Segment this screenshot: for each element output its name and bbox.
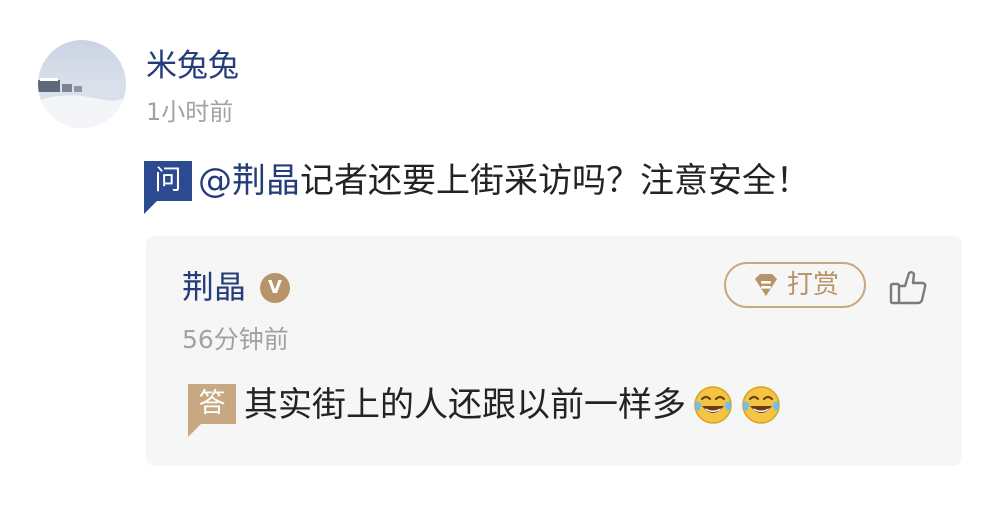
answer-body: 其实街上的人还跟以前一样多 xyxy=(244,385,686,425)
tears-of-joy-emoji-icon xyxy=(694,386,732,424)
answer-timestamp: 56分钟前 xyxy=(182,325,289,354)
diamond-gift-icon xyxy=(754,274,777,296)
answer-tag-tail xyxy=(188,424,201,437)
verified-badge: V xyxy=(260,273,290,303)
answer-text: 其实街上的人还跟以前一样多 xyxy=(244,382,782,428)
tip-button[interactable]: 打赏 xyxy=(724,262,866,308)
question-tag: 问 xyxy=(144,161,192,214)
question-body: 记者还要上街采访吗？注意安全！ xyxy=(300,161,810,201)
mention-link[interactable]: @荆晶 xyxy=(198,161,300,201)
answer-card: 荆晶 V 56分钟前 打赏 答 其实街上的人还跟以前一样多 xyxy=(146,236,962,466)
question-tag-label: 问 xyxy=(154,165,182,196)
answer-row: 答 其实街上的人还跟以前一样多 xyxy=(188,382,782,437)
asker-name[interactable]: 米兔兔 xyxy=(146,46,239,86)
question-row: 问 @荆晶记者还要上街采访吗？注意安全！ xyxy=(144,158,810,214)
answer-tag-label: 答 xyxy=(198,388,226,419)
asker-timestamp: 1小时前 xyxy=(146,98,234,126)
tip-label: 打赏 xyxy=(786,270,839,300)
tears-of-joy-emoji-icon xyxy=(742,386,780,424)
question-tag-tail xyxy=(144,201,157,214)
answer-tag: 答 xyxy=(188,384,236,437)
thumbs-up-icon[interactable] xyxy=(888,266,930,308)
question-text: @荆晶记者还要上街采访吗？注意安全！ xyxy=(198,158,810,204)
answerer-name[interactable]: 荆晶 xyxy=(182,266,246,308)
user-avatar[interactable] xyxy=(38,40,126,128)
snowy-mountain-avatar-icon xyxy=(38,40,126,128)
